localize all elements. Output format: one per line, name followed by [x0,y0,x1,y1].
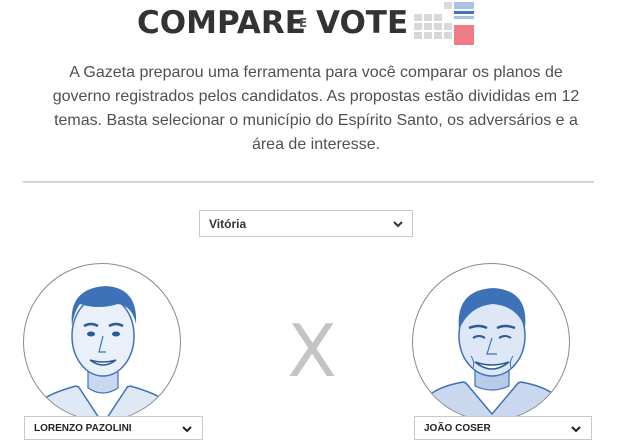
intro-text: A Gazeta preparou uma ferramenta para vo… [52,64,580,153]
candidate-photo-left [25,286,180,420]
candidate-select-right[interactable]: JOÃO COSER [414,416,592,440]
grid-logo-icon [414,2,474,45]
divider [23,181,594,183]
city-select-value: Vitória [209,217,247,231]
candidate-portrait-left [23,263,181,421]
chevron-down-icon [393,221,403,228]
versus-mark: X [287,309,337,393]
brand-word-compare: COMPARE [137,5,306,41]
brand-connector: E [299,16,308,30]
city-select[interactable]: Vitória [199,210,413,237]
candidate-name-left: LORENZO PAZOLINI [34,423,132,434]
brand-word-vote: VOTE [316,5,409,41]
candidate-portrait-right [412,263,570,421]
candidate-name-right: JOÃO COSER [424,423,491,434]
chevron-down-icon [182,426,192,433]
brand-header: COMPARE E VOTE [0,0,632,56]
candidate-select-left[interactable]: LORENZO PAZOLINI [24,416,203,440]
candidate-photo-right [413,288,569,420]
chevron-down-icon [571,426,581,433]
